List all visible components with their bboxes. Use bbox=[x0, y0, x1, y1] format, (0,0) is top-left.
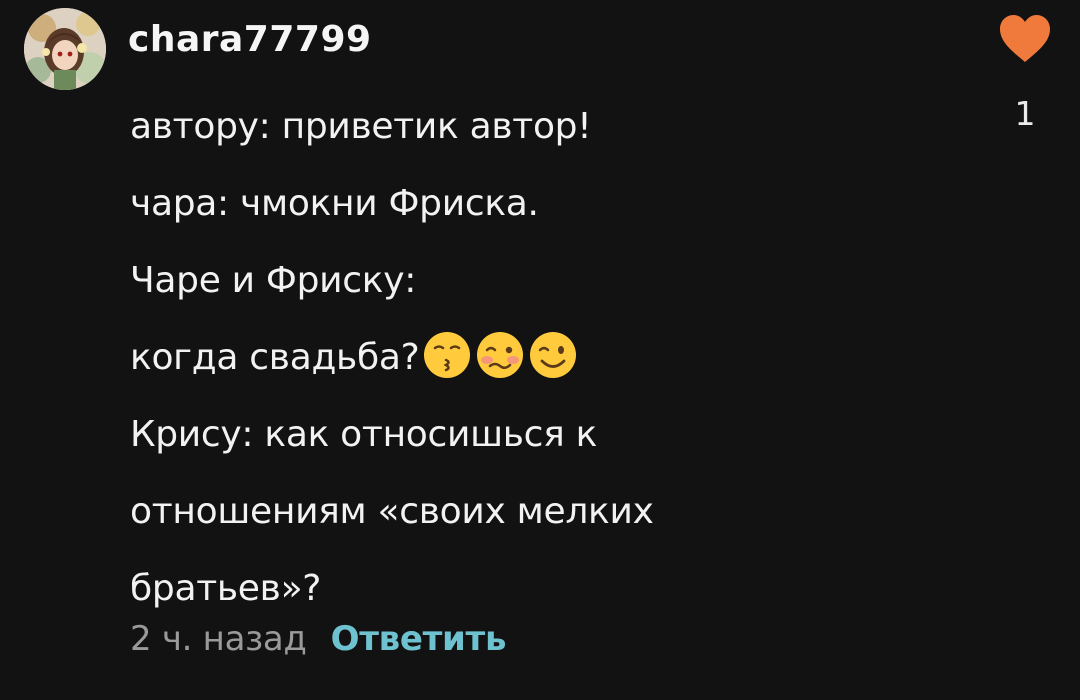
comment-line-with-emoji: когда свадьба? bbox=[130, 319, 654, 396]
comment-body: автору: приветик автор! чара: чмокни Фри… bbox=[130, 88, 654, 627]
comment-line-text: когда свадьба? bbox=[130, 337, 420, 378]
avatar[interactable] bbox=[24, 8, 106, 90]
username[interactable]: chara77799 bbox=[128, 16, 372, 64]
heart-icon[interactable] bbox=[998, 14, 1052, 64]
reply-button[interactable]: Ответить bbox=[331, 619, 507, 659]
timestamp: 2 ч. назад bbox=[130, 619, 307, 659]
kissing-face-emoji bbox=[424, 332, 471, 378]
like-count: 1 bbox=[1014, 94, 1036, 133]
comment-line: Крису: как относишься к bbox=[130, 414, 598, 455]
avatar-image bbox=[24, 8, 106, 90]
like-group: 1 bbox=[990, 14, 1060, 134]
comment-line: отношениям «своих мелких bbox=[130, 491, 654, 532]
comment-line: чара: чмокни Фриска. bbox=[130, 183, 539, 224]
comment-line: автору: приветик автор! bbox=[130, 106, 592, 147]
comment-item: chara77799 1 автору: приветик автор! чар… bbox=[0, 0, 1080, 700]
winking-face-emoji bbox=[530, 332, 577, 378]
comment-line: Чаре и Фриску: bbox=[130, 260, 417, 301]
comment-footer: 2 ч. назад Ответить bbox=[130, 612, 506, 666]
woozy-face-emoji bbox=[477, 332, 524, 378]
